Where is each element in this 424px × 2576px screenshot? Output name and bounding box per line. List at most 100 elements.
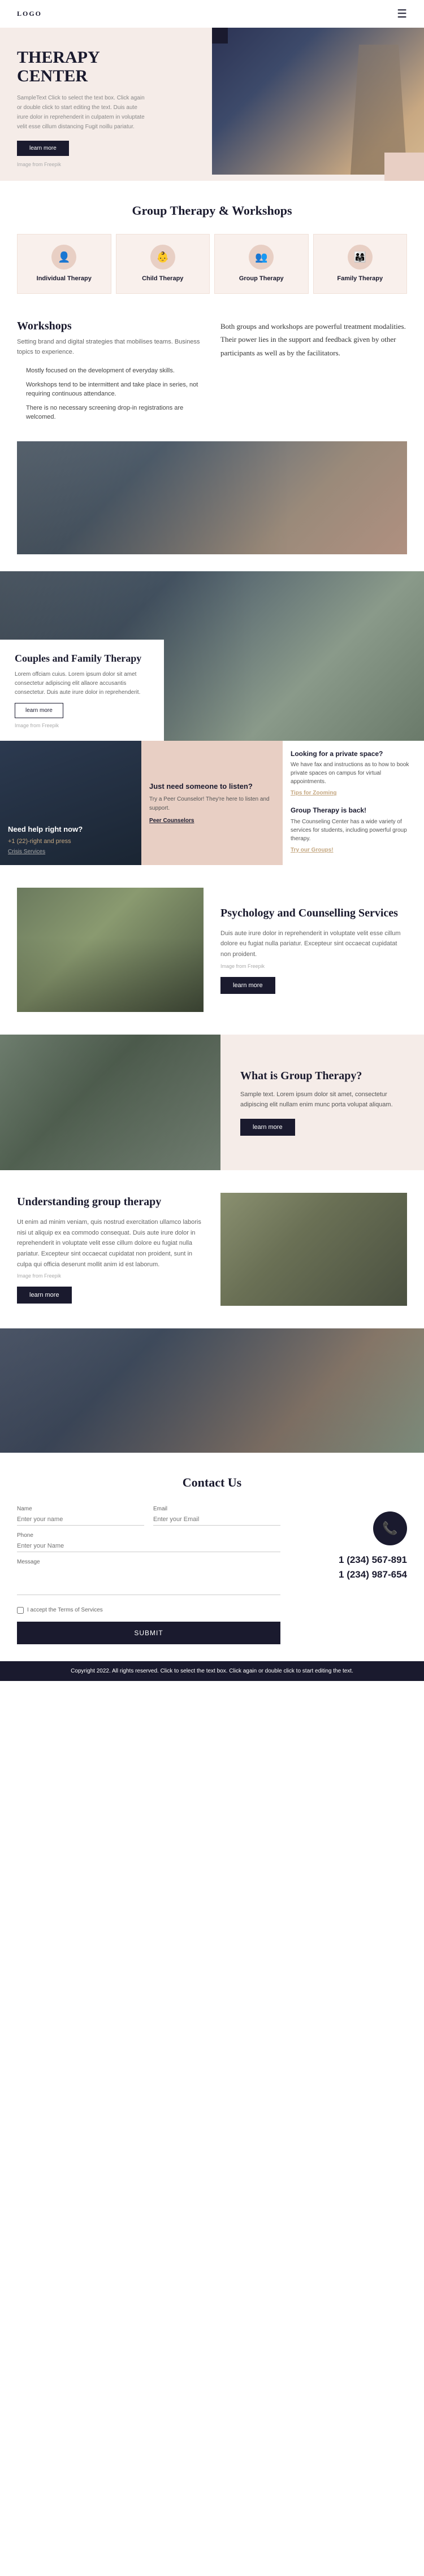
group-back-title: Group Therapy is back! (291, 806, 416, 815)
private-link[interactable]: Tips for Zooming (291, 790, 336, 796)
crisis-title: Need help right now? (8, 825, 133, 835)
contact-terms-row: I accept the Terms of Services (17, 1607, 280, 1614)
private-text: We have fax and instructions as to how t… (291, 761, 416, 786)
contact-phone-info: 📞 1 (234) 567-891 1 (234) 987-654 (294, 1506, 407, 1580)
phone-circle-icon: 📞 (373, 1511, 407, 1545)
col-crisis: Need help right now? +1 (22)-right and p… (0, 741, 141, 865)
workshops-right-text: Both groups and workshops are powerful t… (220, 320, 407, 359)
couples-title: Couples and Family Therapy (15, 652, 149, 665)
what-is-group-title: What is Group Therapy? (240, 1068, 393, 1083)
workshops-left: Workshops Setting brand and digital stra… (17, 320, 204, 424)
child-therapy-icon: 👶 (150, 245, 175, 270)
workshops-section: Workshops Setting brand and digital stra… (0, 314, 424, 441)
hero-section: THERAPY CENTER SampleText Click to selec… (0, 28, 424, 181)
crisis-phone: +1 (22)-right and press (8, 838, 133, 845)
hero-title: THERAPY CENTER (17, 48, 198, 85)
couples-credit: Image from Freepik (15, 723, 149, 728)
three-column-section: Need help right now? +1 (22)-right and p… (0, 741, 424, 865)
therapy-card-individual: 👤 Individual Therapy (17, 234, 111, 294)
couples-overlay-card: Couples and Family Therapy Lorem offciam… (0, 640, 164, 740)
navigation: logo ☰ (0, 0, 424, 28)
hamburger-icon[interactable]: ☰ (397, 7, 407, 21)
peer-title: Just need someone to listen? (149, 782, 275, 792)
understanding-text: Ut enim ad minim veniam, quis nostrud ex… (17, 1217, 204, 1270)
contact-submit-button[interactable]: SUBMIT (17, 1622, 280, 1644)
psychology-section: Psychology and Counselling Services Duis… (0, 865, 424, 1035)
group-back-link[interactable]: Try our Groups! (291, 847, 334, 853)
couples-section: Couples and Family Therapy Lorem offciam… (0, 571, 424, 741)
large-image-section (0, 1328, 424, 1453)
understanding-title: Understanding group therapy (17, 1194, 204, 1209)
contact-name-label: Name (17, 1506, 144, 1512)
understanding-learn-more-button[interactable]: learn more (17, 1287, 72, 1304)
understanding-credit: Image from Freepik (17, 1273, 204, 1279)
workshops-title: Workshops (17, 320, 204, 333)
couples-learn-more-button[interactable]: learn more (15, 703, 63, 718)
workshops-right: Both groups and workshops are powerful t… (220, 320, 407, 359)
understanding-content: Understanding group therapy Ut enim ad m… (17, 1194, 204, 1304)
contact-title: Contact Us (17, 1475, 407, 1490)
hero-peach-accent (384, 153, 424, 181)
therapy-cards-container: 👤 Individual Therapy 👶 Child Therapy 👥 G… (17, 234, 407, 303)
private-space-block: Looking for a private space? We have fax… (291, 750, 416, 798)
family-therapy-label: Family Therapy (337, 275, 383, 282)
what-is-group-image (0, 1035, 220, 1170)
group-therapy-section-title: Group Therapy & Workshops (17, 203, 407, 218)
contact-name-input[interactable] (17, 1514, 144, 1526)
peer-text: Try a Peer Counselor! They're here to li… (149, 795, 275, 813)
contact-email-label: Email (153, 1506, 280, 1512)
hero-image-area (212, 28, 424, 181)
group-therapy-workshops-section: Group Therapy & Workshops 👤 Individual T… (0, 181, 424, 314)
footer: Copyright 2022. All rights reserved. Cli… (0, 1661, 424, 1681)
crisis-link[interactable]: Crisis Services (8, 849, 45, 855)
what-is-group-learn-more-button[interactable]: learn more (240, 1119, 295, 1136)
peer-link[interactable]: Peer Counselors (149, 818, 275, 824)
what-is-group-section: What is Group Therapy? Sample text. Lore… (0, 1035, 424, 1170)
psychology-text: Duis aute irure dolor in reprehenderit i… (220, 928, 407, 960)
hero-dark-accent (212, 28, 228, 44)
therapy-card-family: 👨‍👩‍👧 Family Therapy (313, 234, 408, 294)
psychology-content: Psychology and Counselling Services Duis… (220, 906, 407, 994)
contact-terms-checkbox[interactable] (17, 1607, 24, 1614)
hero-learn-more-button[interactable]: learn more (17, 141, 69, 156)
individual-therapy-label: Individual Therapy (37, 275, 92, 282)
contact-phone-input[interactable] (17, 1540, 280, 1552)
therapy-card-child: 👶 Child Therapy (116, 234, 210, 294)
workshops-list: Mostly focused on the development of eve… (17, 364, 204, 424)
child-therapy-label: Child Therapy (142, 275, 183, 282)
group-therapy-icon: 👥 (249, 245, 274, 270)
workshops-list-item-1: Mostly focused on the development of eve… (17, 364, 204, 378)
phone-number-1: 1 (234) 567-891 (294, 1554, 407, 1566)
workshops-list-item-2: Workshops tend to be intermittent and ta… (17, 378, 204, 401)
contact-form-layout: Name Email Phone Message I accept the Te… (17, 1506, 407, 1650)
footer-text: Copyright 2022. All rights reserved. Cli… (11, 1668, 413, 1674)
contact-message-input[interactable] (17, 1567, 280, 1595)
contact-terms-text: I accept the Terms of Services (27, 1607, 103, 1613)
hero-image-credit: Image from Freepik (17, 162, 198, 167)
psychology-learn-more-button[interactable]: learn more (220, 977, 275, 994)
workshops-image-block (17, 441, 407, 554)
col-peer: Just need someone to listen? Try a Peer … (141, 741, 283, 865)
group-back-block: Group Therapy is back! The Counseling Ce… (291, 806, 416, 854)
col-private: Looking for a private space? We have fax… (283, 741, 424, 865)
contact-message-group: Message (17, 1559, 280, 1598)
couples-text: Lorem offciam cuius. Lorem ipsum dolor s… (15, 670, 149, 697)
phone-number-2: 1 (234) 987-654 (294, 1569, 407, 1580)
individual-therapy-icon: 👤 (51, 245, 76, 270)
private-title: Looking for a private space? (291, 750, 416, 759)
contact-message-label: Message (17, 1559, 280, 1565)
group-back-text: The Counseling Center has a wide variety… (291, 818, 416, 843)
psychology-title: Psychology and Counselling Services (220, 906, 407, 920)
understanding-section: Understanding group therapy Ut enim ad m… (0, 1170, 424, 1328)
understanding-image (220, 1193, 407, 1306)
contact-section: Contact Us Name Email Phone Message (0, 1453, 424, 1661)
contact-phone-group: Phone (17, 1532, 280, 1552)
group-therapy-label: Group Therapy (239, 275, 284, 282)
workshops-desc: Setting brand and digital strategies tha… (17, 337, 204, 357)
psychology-credit: Image from Freepik (220, 963, 407, 969)
therapy-card-group: 👥 Group Therapy (214, 234, 309, 294)
workshops-list-item-3: There is no necessary screening drop-in … (17, 401, 204, 424)
contact-email-input[interactable] (153, 1514, 280, 1526)
hero-body-text: SampleText Click to select the text box.… (17, 93, 147, 132)
contact-form-fields: Name Email Phone Message I accept the Te… (17, 1506, 280, 1650)
